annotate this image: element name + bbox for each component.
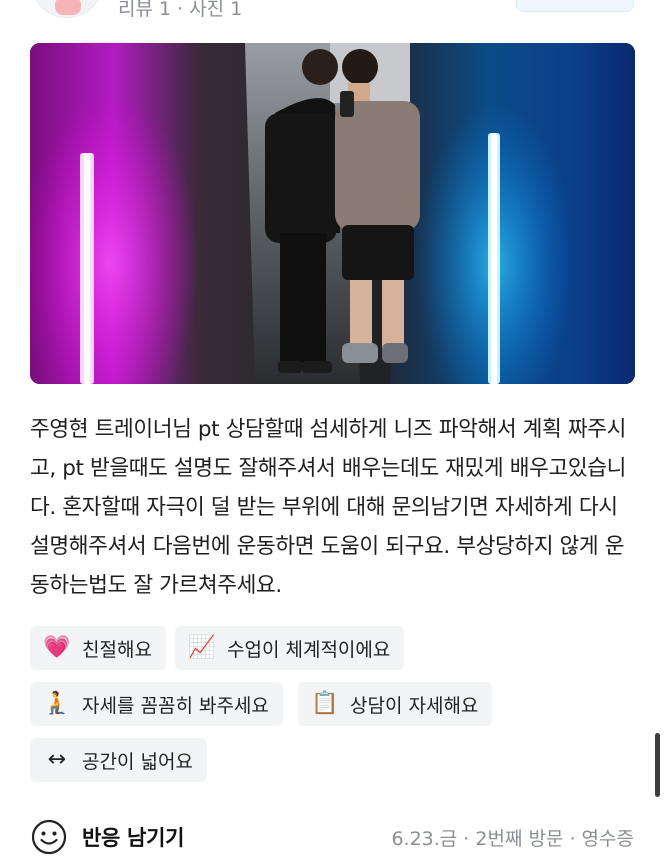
tag-posture-check: 🧎 자세를 꼼꼼히 봐주세요 <box>30 682 283 726</box>
scrollbar[interactable] <box>655 733 660 797</box>
tag-spacious: ↔ 공간이 넓어요 <box>30 738 207 782</box>
review-photo-count: 리뷰 1 · 사진 1 <box>118 0 243 20</box>
tag-label: 친절해요 <box>82 638 152 661</box>
tag-label: 공간이 넓어요 <box>82 750 193 773</box>
kneeling-person-icon: 🧎 <box>43 691 71 716</box>
chart-icon: 📈 <box>188 635 216 660</box>
heart-icon: 💗 <box>43 635 71 660</box>
reviewer-header: 리뷰 1 · 사진 1 <box>0 0 666 20</box>
left-right-arrow-icon: ↔ <box>47 747 67 772</box>
reviewer-avatar[interactable] <box>34 0 100 18</box>
review-photo[interactable] <box>30 43 635 384</box>
clipboard-icon: 📋 <box>311 691 339 716</box>
tag-label: 자세를 꼼꼼히 봐주세요 <box>82 694 269 717</box>
review-photo-image <box>30 43 635 384</box>
tag-friendly: 💗 친절해요 <box>30 626 166 670</box>
tag-label: 상담이 자세해요 <box>350 694 479 717</box>
leave-reaction-button[interactable]: 반응 남기기 <box>30 818 184 856</box>
review-text: 주영현 트레이너님 pt 상담할때 섬세하게 니즈 파악해서 계획 짜주시고, … <box>30 417 627 598</box>
review-footer: 반응 남기기 6.23.금 · 2번째 방문 · 영수증 <box>30 812 640 856</box>
tag-label: 수업이 체계적이에요 <box>227 638 391 661</box>
tag-systematic: 📈 수업이 체계적이에요 <box>175 626 405 670</box>
visit-info: 6.23.금 · 2번째 방문 · 영수증 <box>391 828 634 850</box>
smiley-icon <box>31 819 67 855</box>
leave-reaction-label: 반응 남기기 <box>82 826 185 850</box>
tag-consultation: 📋 상담이 자세해요 <box>298 682 493 726</box>
follow-button[interactable] <box>516 0 634 12</box>
